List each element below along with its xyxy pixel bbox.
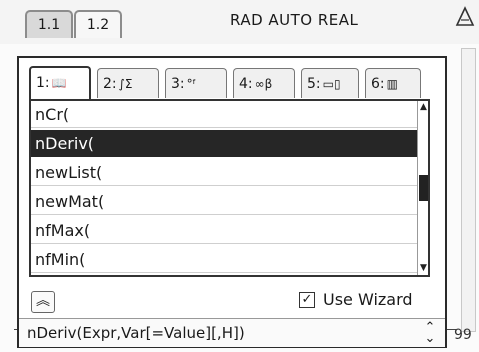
collapse-chevron-icon[interactable]: ︽ [31,291,55,313]
doc-tab-label: 1.2 [86,17,110,33]
list-item[interactable]: newList( [31,159,417,186]
catalog-book-icon: 📖 [51,76,67,90]
tab-units[interactable]: 3: °ᶠ [165,68,227,98]
background-page-number: 99 [454,327,472,343]
units-icon: °ᶠ [186,77,197,91]
tab-number: 6: [371,76,385,92]
scroll-up-arrow-icon[interactable]: ▲ [418,101,428,114]
list-scrollbar[interactable]: ▲ ▼ [417,101,428,275]
math-templates-icon: ▭▯ [322,77,341,91]
doc-tab-1-1[interactable]: 1.1 [25,10,73,38]
warning-triangle-icon [455,6,475,26]
up-down-chevron-icon[interactable]: ⌃ ⌄ [423,321,437,345]
background-scrollbar[interactable] [461,48,476,332]
list-item[interactable]: nfMin( [31,246,417,273]
list-item[interactable]: newMat( [31,188,417,215]
status-text: RAD AUTO REAL [230,11,359,29]
use-wizard-checkbox[interactable]: ✓ [299,292,315,308]
list-item[interactable]: nfMax( [31,217,417,244]
tab-templates[interactable]: 5: ▭▯ [301,68,359,98]
tab-libraries[interactable]: 6: ▥ [365,68,421,98]
scroll-thumb[interactable] [419,175,428,201]
scroll-down-arrow-icon[interactable]: ▼ [418,262,428,275]
catalog-dialog: 1: 📖 2: ∫Σ 3: °ᶠ 4: ∞β 5: ▭▯ 6: ▥ nCr( nDeriv(… [17,56,447,348]
tab-math-templates[interactable]: 2: ∫Σ [97,68,159,98]
tab-catalog[interactable]: 1: 📖 [29,66,91,99]
list-item[interactable]: nCr( [31,101,417,128]
tab-number: 4: [239,76,253,92]
integral-sum-icon: ∫Σ [118,77,133,91]
tab-number: 5: [307,76,321,92]
syntax-help-text: nDeriv(Expr,Var[=Value][,H]) [27,324,245,342]
doc-tab-label: 1.1 [37,17,61,33]
symbols-icon: ∞β [254,77,273,91]
use-wizard-label: Use Wizard [323,290,413,309]
tab-symbols[interactable]: 4: ∞β [233,68,295,98]
syntax-help-bar: nDeriv(Expr,Var[=Value][,H]) ⌃ ⌄ [19,318,445,347]
tab-number: 3: [171,76,185,92]
library-icon: ▥ [386,77,398,91]
tab-number: 1: [36,75,50,91]
list-item-selected[interactable]: nDeriv( [31,130,417,157]
catalog-list: nCr( nDeriv( newList( newMat( nfMax( nfM… [29,99,430,277]
doc-tab-1-2[interactable]: 1.2 [74,10,122,38]
tab-number: 2: [103,76,117,92]
top-bar: 1.1 1.2 RAD AUTO REAL [0,0,479,44]
